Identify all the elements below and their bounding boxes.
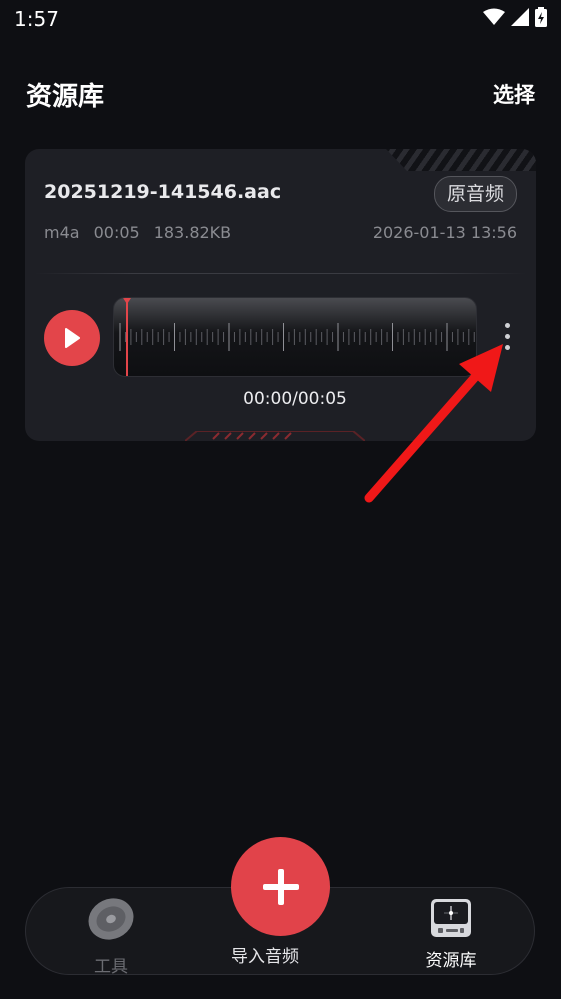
- source-badge: 原音频: [433, 176, 517, 212]
- arrow-annotation: [364, 344, 503, 503]
- nav-import-label[interactable]: 导入音频: [231, 942, 299, 967]
- disc-icon: [88, 898, 134, 940]
- file-name: 20251219-141546.aac: [44, 181, 282, 203]
- plus-icon: [262, 868, 299, 905]
- file-size: 183.82KB: [153, 223, 232, 242]
- nav-library-label: 资源库: [425, 951, 477, 971]
- status-time: 1:57: [14, 7, 59, 31]
- status-bar: 1:57: [0, 0, 561, 40]
- file-date: 2026-01-13 13:56: [372, 223, 517, 242]
- status-icons: [483, 7, 547, 27]
- nav-library[interactable]: 资源库: [416, 898, 486, 971]
- select-button[interactable]: 选择: [493, 79, 535, 109]
- audio-library-icon: [431, 899, 471, 937]
- play-icon: [65, 328, 80, 348]
- signal-icon: [511, 8, 529, 26]
- more-dot: [505, 323, 510, 328]
- page-title: 资源库: [26, 82, 105, 112]
- play-button[interactable]: [44, 310, 100, 366]
- file-format: m4a: [44, 223, 80, 242]
- playhead-marker: [123, 298, 131, 304]
- import-audio-button[interactable]: [231, 837, 330, 936]
- wifi-icon: [483, 8, 505, 25]
- card-stripe-decoration: [386, 149, 536, 171]
- header: 资源库 选择: [0, 70, 561, 116]
- file-duration: 00:05: [93, 223, 140, 242]
- nav-tools-label: 工具: [94, 957, 128, 977]
- card-divider: [35, 273, 526, 274]
- card-bottom-decoration: [185, 431, 365, 441]
- battery-icon: [535, 7, 547, 27]
- file-meta: m4a 00:05 183.82KB: [44, 223, 231, 242]
- nav-tools[interactable]: 工具: [76, 896, 146, 977]
